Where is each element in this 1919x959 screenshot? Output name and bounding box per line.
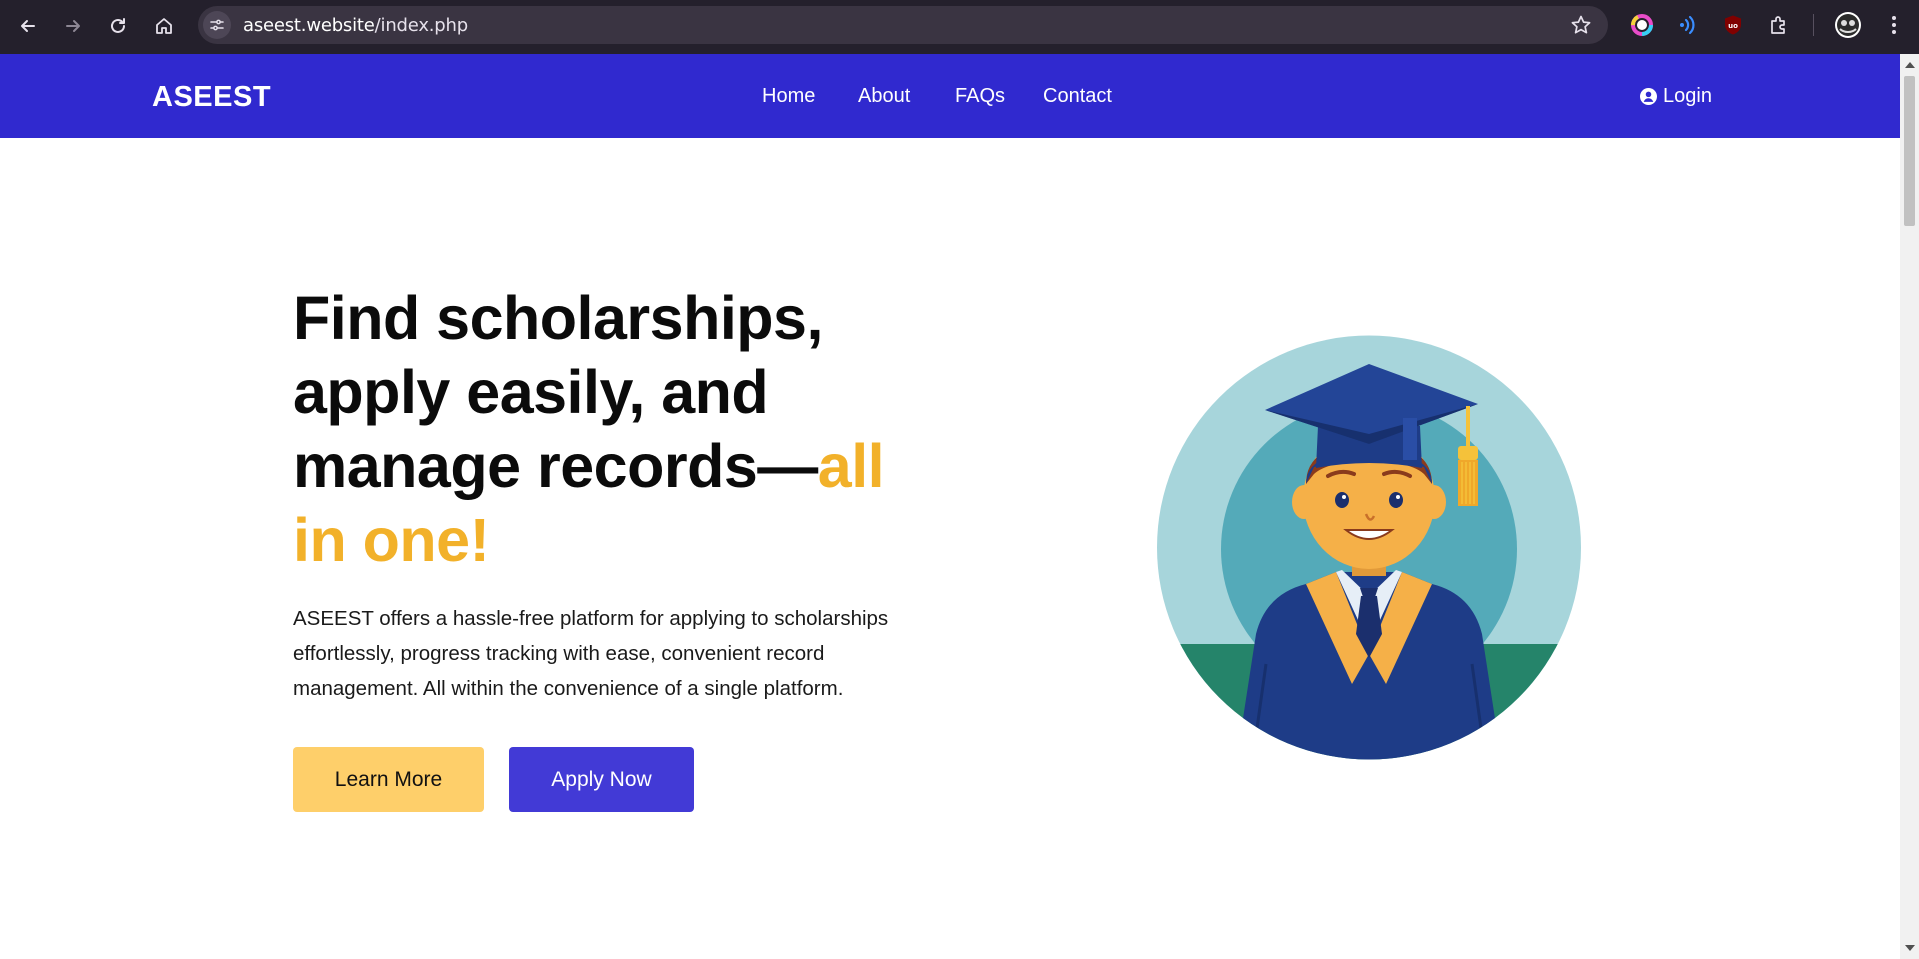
home-icon[interactable]: [150, 12, 178, 40]
scroll-thumb[interactable]: [1904, 76, 1915, 226]
scroll-down-arrow-icon[interactable]: [1905, 945, 1915, 951]
nav-about[interactable]: About: [858, 85, 910, 108]
bookmark-star-icon[interactable]: [1570, 14, 1592, 41]
url-text[interactable]: aseest.website/index.php: [243, 15, 468, 36]
scroll-up-arrow-icon[interactable]: [1905, 62, 1915, 68]
audio-extension-icon[interactable]: [1676, 13, 1700, 37]
url-path: /index.php: [374, 15, 468, 36]
color-extension-icon[interactable]: [1630, 13, 1654, 37]
svg-text:uo: uo: [1728, 22, 1738, 30]
forward-icon[interactable]: [59, 12, 87, 40]
login-link[interactable]: Login: [1640, 85, 1712, 108]
nav-faqs[interactable]: FAQs: [955, 85, 1005, 108]
url-host: aseest.website: [243, 15, 375, 36]
brand-logo[interactable]: ASEEST: [152, 81, 271, 114]
browser-toolbar: aseest.website/index.php uo: [0, 0, 1919, 54]
ublock-extension-icon[interactable]: uo: [1721, 13, 1745, 37]
menu-kebab-icon[interactable]: [1882, 13, 1906, 37]
back-icon[interactable]: [14, 12, 42, 40]
address-bar[interactable]: aseest.website/index.php: [198, 6, 1608, 44]
apply-now-button[interactable]: Apply Now: [509, 747, 694, 812]
user-circle-icon: [1640, 88, 1657, 105]
hero-description: ASEEST offers a hassle-free platform for…: [293, 607, 889, 700]
graduate-illustration: [1157, 335, 1581, 760]
extensions-puzzle-icon[interactable]: [1767, 13, 1791, 37]
profile-avatar-icon[interactable]: [1834, 11, 1862, 39]
login-label: Login: [1663, 85, 1712, 107]
learn-more-button[interactable]: Learn More: [293, 747, 484, 812]
headline-main: Find scholarships, apply easily, and man…: [293, 284, 823, 500]
site-info-icon[interactable]: [203, 11, 231, 39]
site-header: ASEEST Home About FAQs Contact Login: [0, 54, 1900, 138]
nav-home[interactable]: Home: [762, 85, 815, 108]
toolbar-divider: [1813, 14, 1814, 36]
reload-icon[interactable]: [104, 12, 132, 40]
nav-contact[interactable]: Contact: [1043, 85, 1112, 108]
hero-headline: Find scholarships, apply easily, and man…: [293, 281, 933, 577]
page-scrollbar[interactable]: [1900, 54, 1919, 959]
